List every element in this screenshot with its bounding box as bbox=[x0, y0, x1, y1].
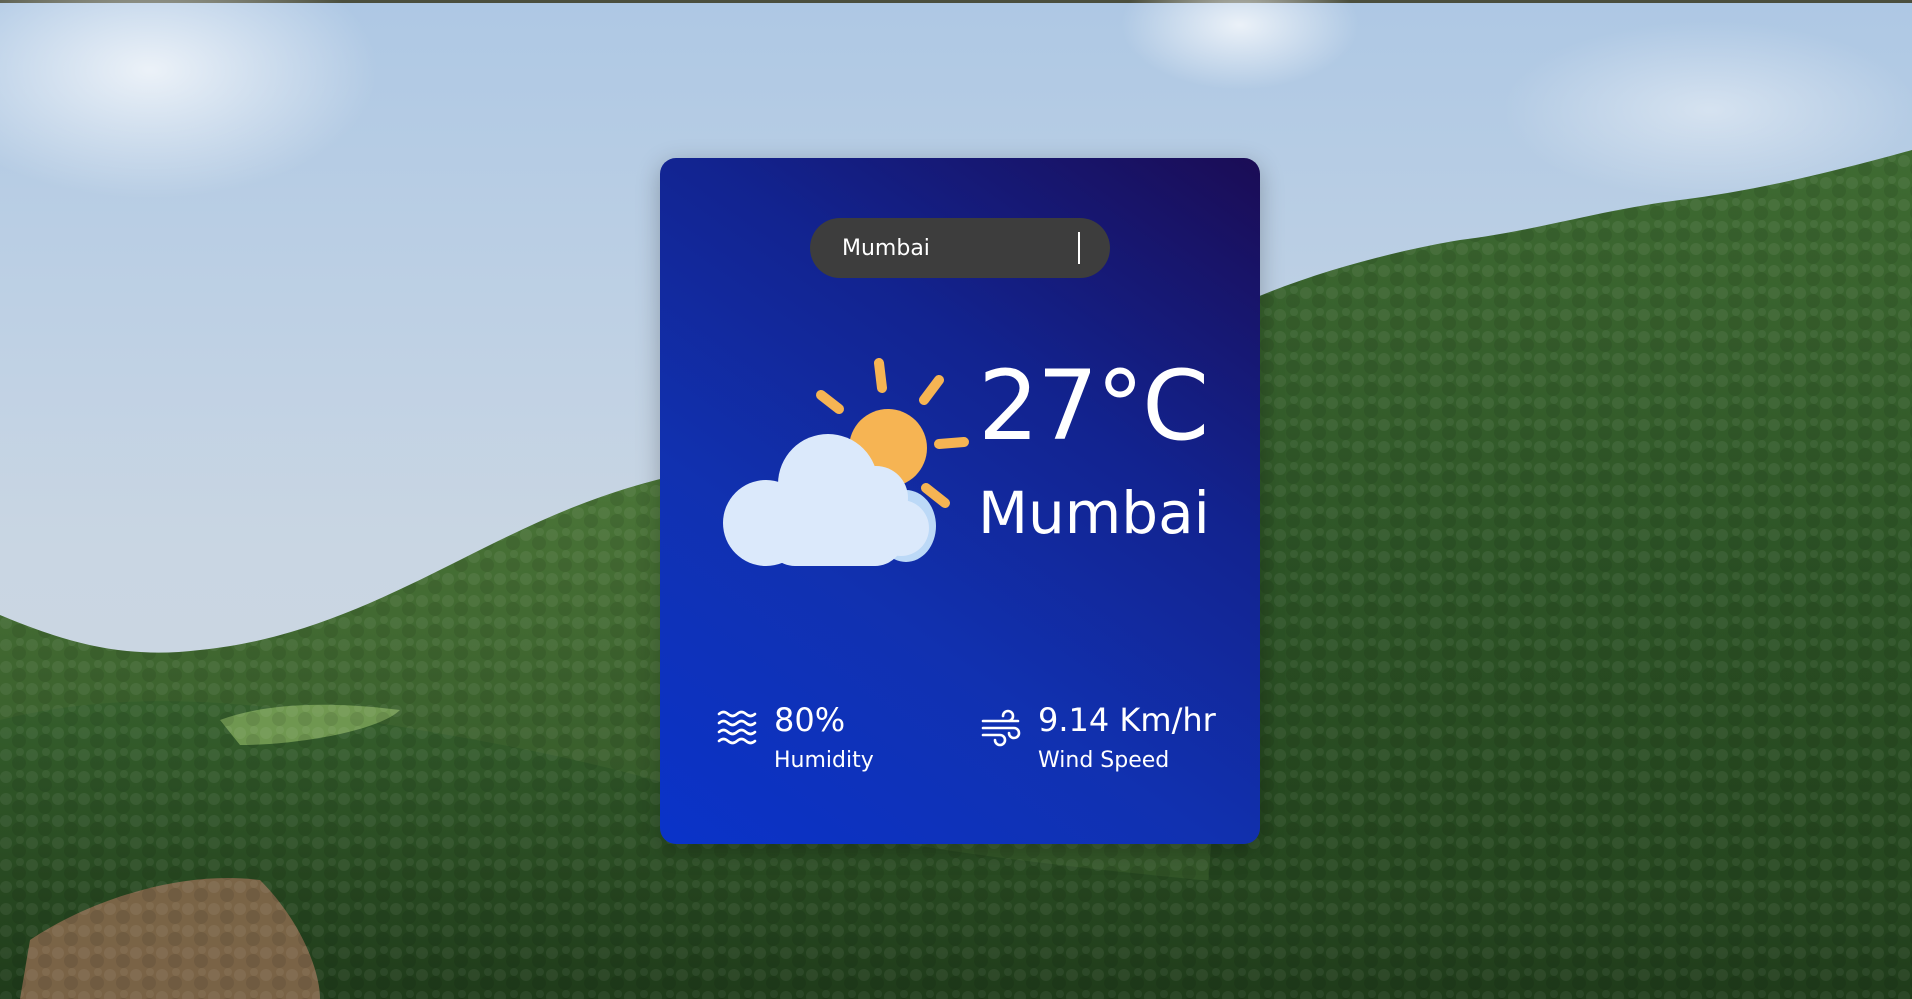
humidity-label: Humidity bbox=[774, 748, 874, 774]
city-name: Mumbai bbox=[978, 479, 1210, 547]
wind-stat: 9.14 Km/hr Wind Speed bbox=[980, 701, 1216, 774]
weather-card: 27°C Mumbai 80% Humidity 9.14 Km/h bbox=[660, 158, 1260, 844]
city-search-input[interactable] bbox=[840, 234, 1080, 262]
wind-icon bbox=[980, 707, 1022, 749]
temperature-readout: 27°C bbox=[978, 350, 1209, 462]
text-caret bbox=[1078, 232, 1080, 264]
partly-cloudy-icon bbox=[716, 358, 976, 578]
wind-speed-label: Wind Speed bbox=[1038, 748, 1170, 774]
humidity-value: 80% bbox=[774, 701, 846, 739]
city-search-bar[interactable] bbox=[810, 218, 1110, 278]
humidity-stat: 80% Humidity bbox=[716, 701, 874, 774]
humidity-waves-icon bbox=[716, 707, 758, 749]
wind-speed-value: 9.14 Km/hr bbox=[1038, 701, 1216, 739]
